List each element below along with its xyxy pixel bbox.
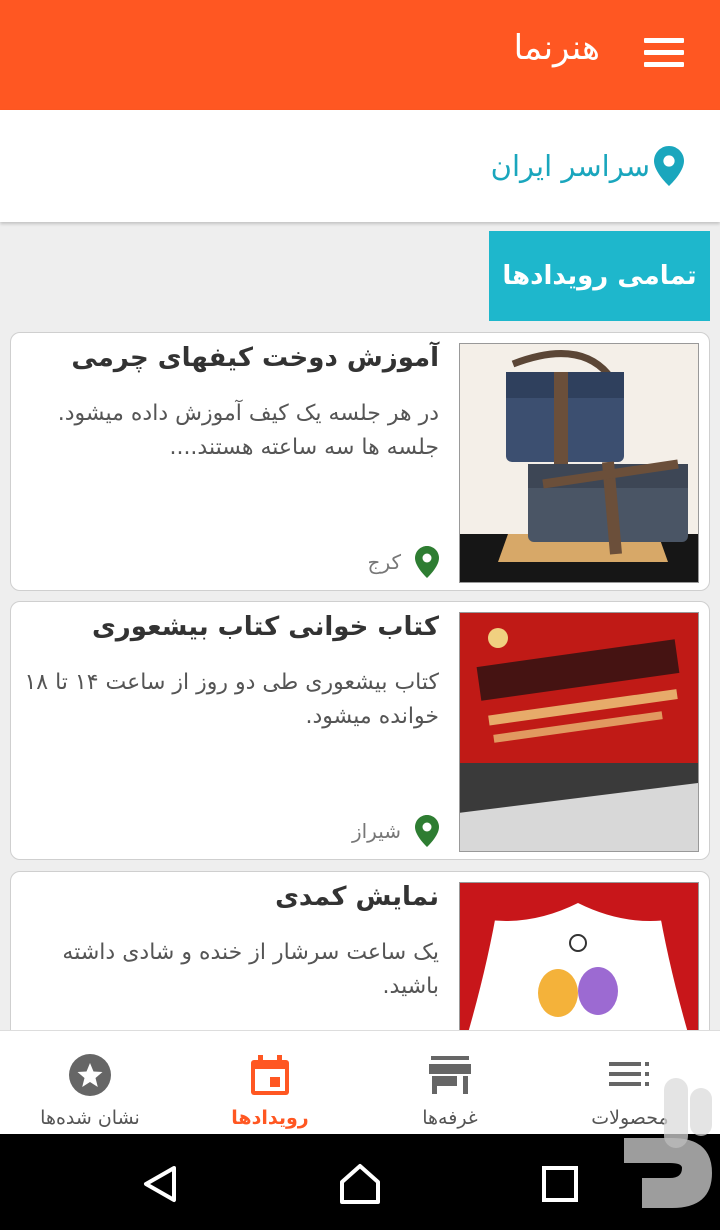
nav-label: غرفه‌ها (422, 1107, 478, 1129)
event-title: آموزش دوخت کیفهای چرمی (71, 343, 439, 373)
location-label: سراسر ایران (490, 149, 650, 183)
store-logo-watermark (624, 1078, 712, 1208)
menu-button[interactable] (644, 38, 684, 70)
nav-bookmarks[interactable]: نشان شده‌ها (0, 1031, 180, 1135)
store-icon (428, 1053, 472, 1097)
hamburger-icon (644, 38, 684, 43)
event-location: شیراز (352, 815, 439, 847)
event-city: کرج (367, 550, 401, 574)
event-description: یک ساعت سرشار از خنده و شادی داشته باشید… (62, 940, 439, 999)
event-description: کتاب بیشعوری طی دو روز از ساعت ۱۴ تا ۱۸ … (24, 670, 439, 729)
all-events-button[interactable]: تمامی رویدادها (489, 231, 710, 321)
map-pin-icon (415, 815, 439, 847)
event-title: کتاب خوانی کتاب بیشعوری (91, 612, 439, 642)
event-title: نمایش کمدی (275, 882, 439, 912)
star-circle-icon (68, 1053, 112, 1097)
map-pin-icon (415, 546, 439, 578)
home-icon[interactable] (338, 1162, 382, 1206)
app-bar: هنرنما (0, 0, 720, 110)
event-city: شیراز (351, 819, 401, 843)
event-location: کرج (368, 546, 439, 578)
back-icon[interactable] (138, 1162, 182, 1206)
map-pin-icon (654, 146, 684, 186)
location-selector[interactable]: سراسر ایران (491, 146, 684, 186)
event-image (459, 612, 699, 852)
event-image (459, 343, 699, 583)
location-bar: سراسر ایران (0, 110, 720, 222)
calendar-icon (248, 1053, 292, 1097)
app-title: هنرنما (513, 28, 600, 68)
event-card[interactable]: آموزش دوخت کیفهای چرمی در هر جلسه یک کیف… (10, 332, 710, 591)
nav-booths[interactable]: غرفه‌ها (360, 1031, 540, 1135)
nav-label: رویدادها (231, 1107, 309, 1129)
event-card[interactable]: کتاب خوانی کتاب بیشعوری کتاب بیشعوری طی … (10, 601, 710, 860)
nav-label: نشان شده‌ها (40, 1107, 140, 1129)
recents-icon[interactable] (538, 1162, 582, 1206)
event-description: در هر جلسه یک کیف آموزش داده میشود. جلسه… (57, 401, 439, 460)
nav-events[interactable]: رویدادها (180, 1031, 360, 1135)
